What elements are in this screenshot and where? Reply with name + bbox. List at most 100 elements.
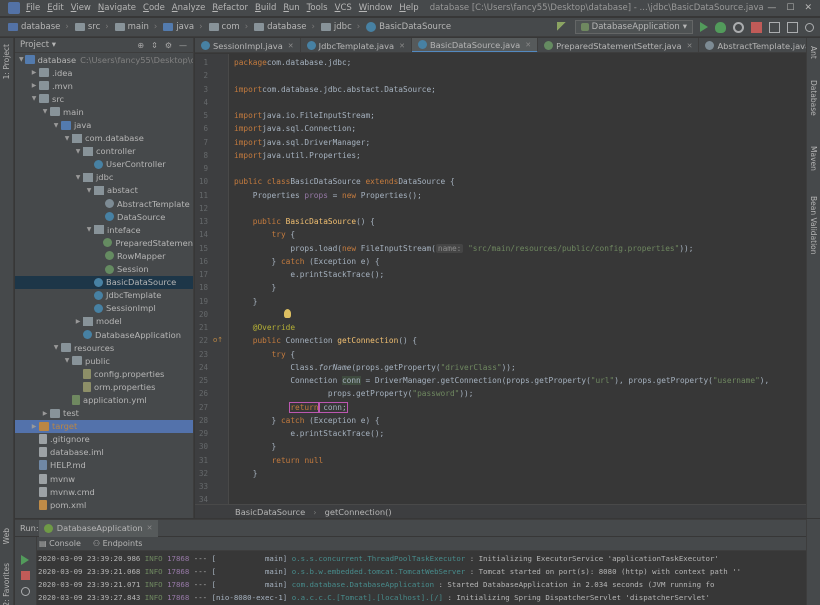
collapse-icon[interactable]: ⇕	[151, 41, 158, 50]
tree-node[interactable]: ▼ controller	[15, 145, 193, 158]
crumb-src[interactable]: src ›	[69, 22, 109, 32]
tree-node[interactable]: HELP.md	[15, 459, 193, 472]
sdk-icon[interactable]	[787, 21, 798, 33]
menu-navigate[interactable]: Navigate	[98, 3, 136, 13]
tree-node[interactable]: PreparedStatemen	[15, 236, 193, 249]
menu-view[interactable]: View	[71, 3, 91, 13]
expand-arrow-icon[interactable]: ▼	[52, 122, 60, 129]
expand-arrow-icon[interactable]: ▼	[19, 56, 24, 63]
menu-help[interactable]: Help	[399, 3, 418, 13]
collapse-arrow-icon[interactable]: ▶	[30, 423, 38, 430]
tree-node[interactable]: mvnw.cmd	[15, 485, 193, 498]
expand-arrow-icon[interactable]: ▼	[74, 148, 82, 155]
editor-tab[interactable]: BasicDataSource.java ✕	[411, 38, 539, 52]
menu-edit[interactable]: Edit	[47, 3, 63, 13]
editor-tab[interactable]: PreparedStatementSetter.java ✕	[538, 38, 700, 52]
tool-tab-database[interactable]: Database	[809, 80, 818, 116]
tree-node[interactable]: orm.properties	[15, 380, 193, 393]
minimize-icon[interactable]: —	[767, 3, 776, 13]
collapse-arrow-icon[interactable]: ▶	[41, 410, 49, 417]
menu-refactor[interactable]: Refactor	[212, 3, 248, 13]
expand-arrow-icon[interactable]: ▼	[85, 187, 93, 194]
expand-arrow-icon[interactable]: ▼	[63, 135, 71, 142]
breadcrumb-class[interactable]: BasicDataSource	[235, 507, 305, 517]
expand-arrow-icon[interactable]: ▼	[30, 95, 38, 102]
crumb-basicdatasource[interactable]: BasicDataSource	[360, 22, 451, 32]
maximize-icon[interactable]: ☐	[786, 3, 794, 13]
tree-node[interactable]: JdbcTemplate	[15, 289, 193, 302]
menu-vcs[interactable]: VCS	[335, 3, 352, 13]
crumb-database[interactable]: database ›	[0, 22, 69, 32]
tree-node[interactable]: database.iml	[15, 446, 193, 459]
stop-icon[interactable]	[751, 21, 762, 33]
expand-arrow-icon[interactable]: ▼	[52, 344, 60, 351]
tree-node[interactable]: config.properties	[15, 367, 193, 380]
restore-icon[interactable]	[21, 587, 30, 596]
run-play-icon[interactable]	[700, 22, 708, 32]
close-tab-icon[interactable]: ✕	[288, 42, 294, 50]
tool-tab-favorites[interactable]: 2: Favorites	[2, 563, 11, 605]
close-tab-icon[interactable]: ✕	[525, 41, 531, 49]
editor-tab[interactable]: JdbcTemplate.java ✕	[301, 38, 412, 52]
lightbulb-icon[interactable]	[284, 309, 291, 318]
crumb-java[interactable]: java ›	[157, 22, 203, 32]
tree-node[interactable]: ▼ src	[15, 92, 193, 105]
tool-tab-bean-validation[interactable]: Bean Validation	[809, 196, 818, 255]
tree-node[interactable]: BasicDataSource	[15, 275, 193, 289]
crumb-main[interactable]: main ›	[109, 22, 157, 32]
collapse-arrow-icon[interactable]: ▶	[74, 318, 82, 325]
breadcrumb-method[interactable]: getConnection()	[325, 507, 392, 517]
build-hammer-icon[interactable]	[556, 21, 568, 33]
coverage-icon[interactable]	[733, 21, 744, 33]
tree-node[interactable]: ▼ resources	[15, 341, 193, 354]
tree-node[interactable]: ▼ public	[15, 354, 193, 367]
tree-node[interactable]: AbstractTemplate	[15, 197, 193, 210]
tree-node[interactable]: SessionImpl	[15, 302, 193, 315]
tree-node[interactable]: pom.xml	[15, 498, 193, 511]
tree-node[interactable]: Session	[15, 263, 193, 276]
close-tab-icon[interactable]: ✕	[687, 42, 693, 50]
tool-tab-web[interactable]: Web	[2, 528, 11, 544]
tree-node[interactable]: ▶ test	[15, 407, 193, 420]
menu-run[interactable]: Run	[283, 3, 299, 13]
menu-code[interactable]: Code	[143, 3, 165, 13]
expand-arrow-icon[interactable]: ▼	[74, 174, 82, 181]
tree-node[interactable]: ▼ inteface	[15, 223, 193, 236]
tree-node[interactable]: RowMapper	[15, 249, 193, 262]
tree-node[interactable]: ▶ model	[15, 315, 193, 328]
tree-node[interactable]: ▼ com.database	[15, 132, 193, 145]
project-structure-icon[interactable]	[769, 21, 780, 33]
tree-node[interactable]: ▼ database C:\Users\fancy55\Desktop\d	[15, 53, 193, 66]
crumb-database-pkg[interactable]: database ›	[248, 22, 315, 32]
tree-node[interactable]: ▶ .idea	[15, 66, 193, 79]
tree-node[interactable]: DatabaseApplication	[15, 328, 193, 341]
menu-tools[interactable]: Tools	[307, 3, 328, 13]
tool-tab-ant[interactable]: Ant	[809, 46, 818, 59]
collapse-arrow-icon[interactable]: ▶	[30, 69, 38, 76]
tree-node[interactable]: application.yml	[15, 393, 193, 406]
code-editor[interactable]: 1 2 3 4 5 6 7 8 9 10 11 12 13 14 15 16 17 18 19 20 21 22 23 24 2…	[195, 54, 806, 504]
expand-arrow-icon[interactable]: ▼	[85, 226, 93, 233]
close-icon[interactable]: ✕	[804, 3, 812, 13]
locate-icon[interactable]: ⊕	[137, 41, 144, 50]
search-icon[interactable]	[805, 22, 814, 32]
crumb-jdbc[interactable]: jdbc ›	[315, 22, 360, 32]
override-marker-icon[interactable]: o↑	[213, 336, 223, 344]
console-output[interactable]: 2020-03-09 23:39:20.986 INFO 17868 --- […	[38, 552, 806, 605]
tool-tab-maven[interactable]: Maven	[809, 146, 818, 171]
tree-node[interactable]: ▼ jdbc	[15, 171, 193, 184]
collapse-arrow-icon[interactable]: ▶	[30, 82, 38, 89]
tree-node[interactable]: ▼ abstact	[15, 184, 193, 197]
tree-node[interactable]: .gitignore	[15, 433, 193, 446]
editor-tab[interactable]: SessionImpl.java ✕	[195, 38, 301, 52]
tool-tab-project[interactable]: 1: Project	[2, 44, 11, 79]
project-view-selector[interactable]: Project ▾	[20, 40, 56, 50]
expand-arrow-icon[interactable]: ▼	[63, 357, 71, 364]
menu-window[interactable]: Window	[359, 3, 393, 13]
hide-icon[interactable]: —	[179, 41, 187, 50]
tree-node[interactable]: mvnw	[15, 472, 193, 485]
editor-tab[interactable]: AbstractTemplate.java✕	[699, 38, 806, 52]
close-tab-icon[interactable]: ✕	[399, 42, 405, 50]
run-config-selector[interactable]: DatabaseApplication ▾	[574, 20, 693, 34]
debug-bug-icon[interactable]	[715, 21, 726, 33]
